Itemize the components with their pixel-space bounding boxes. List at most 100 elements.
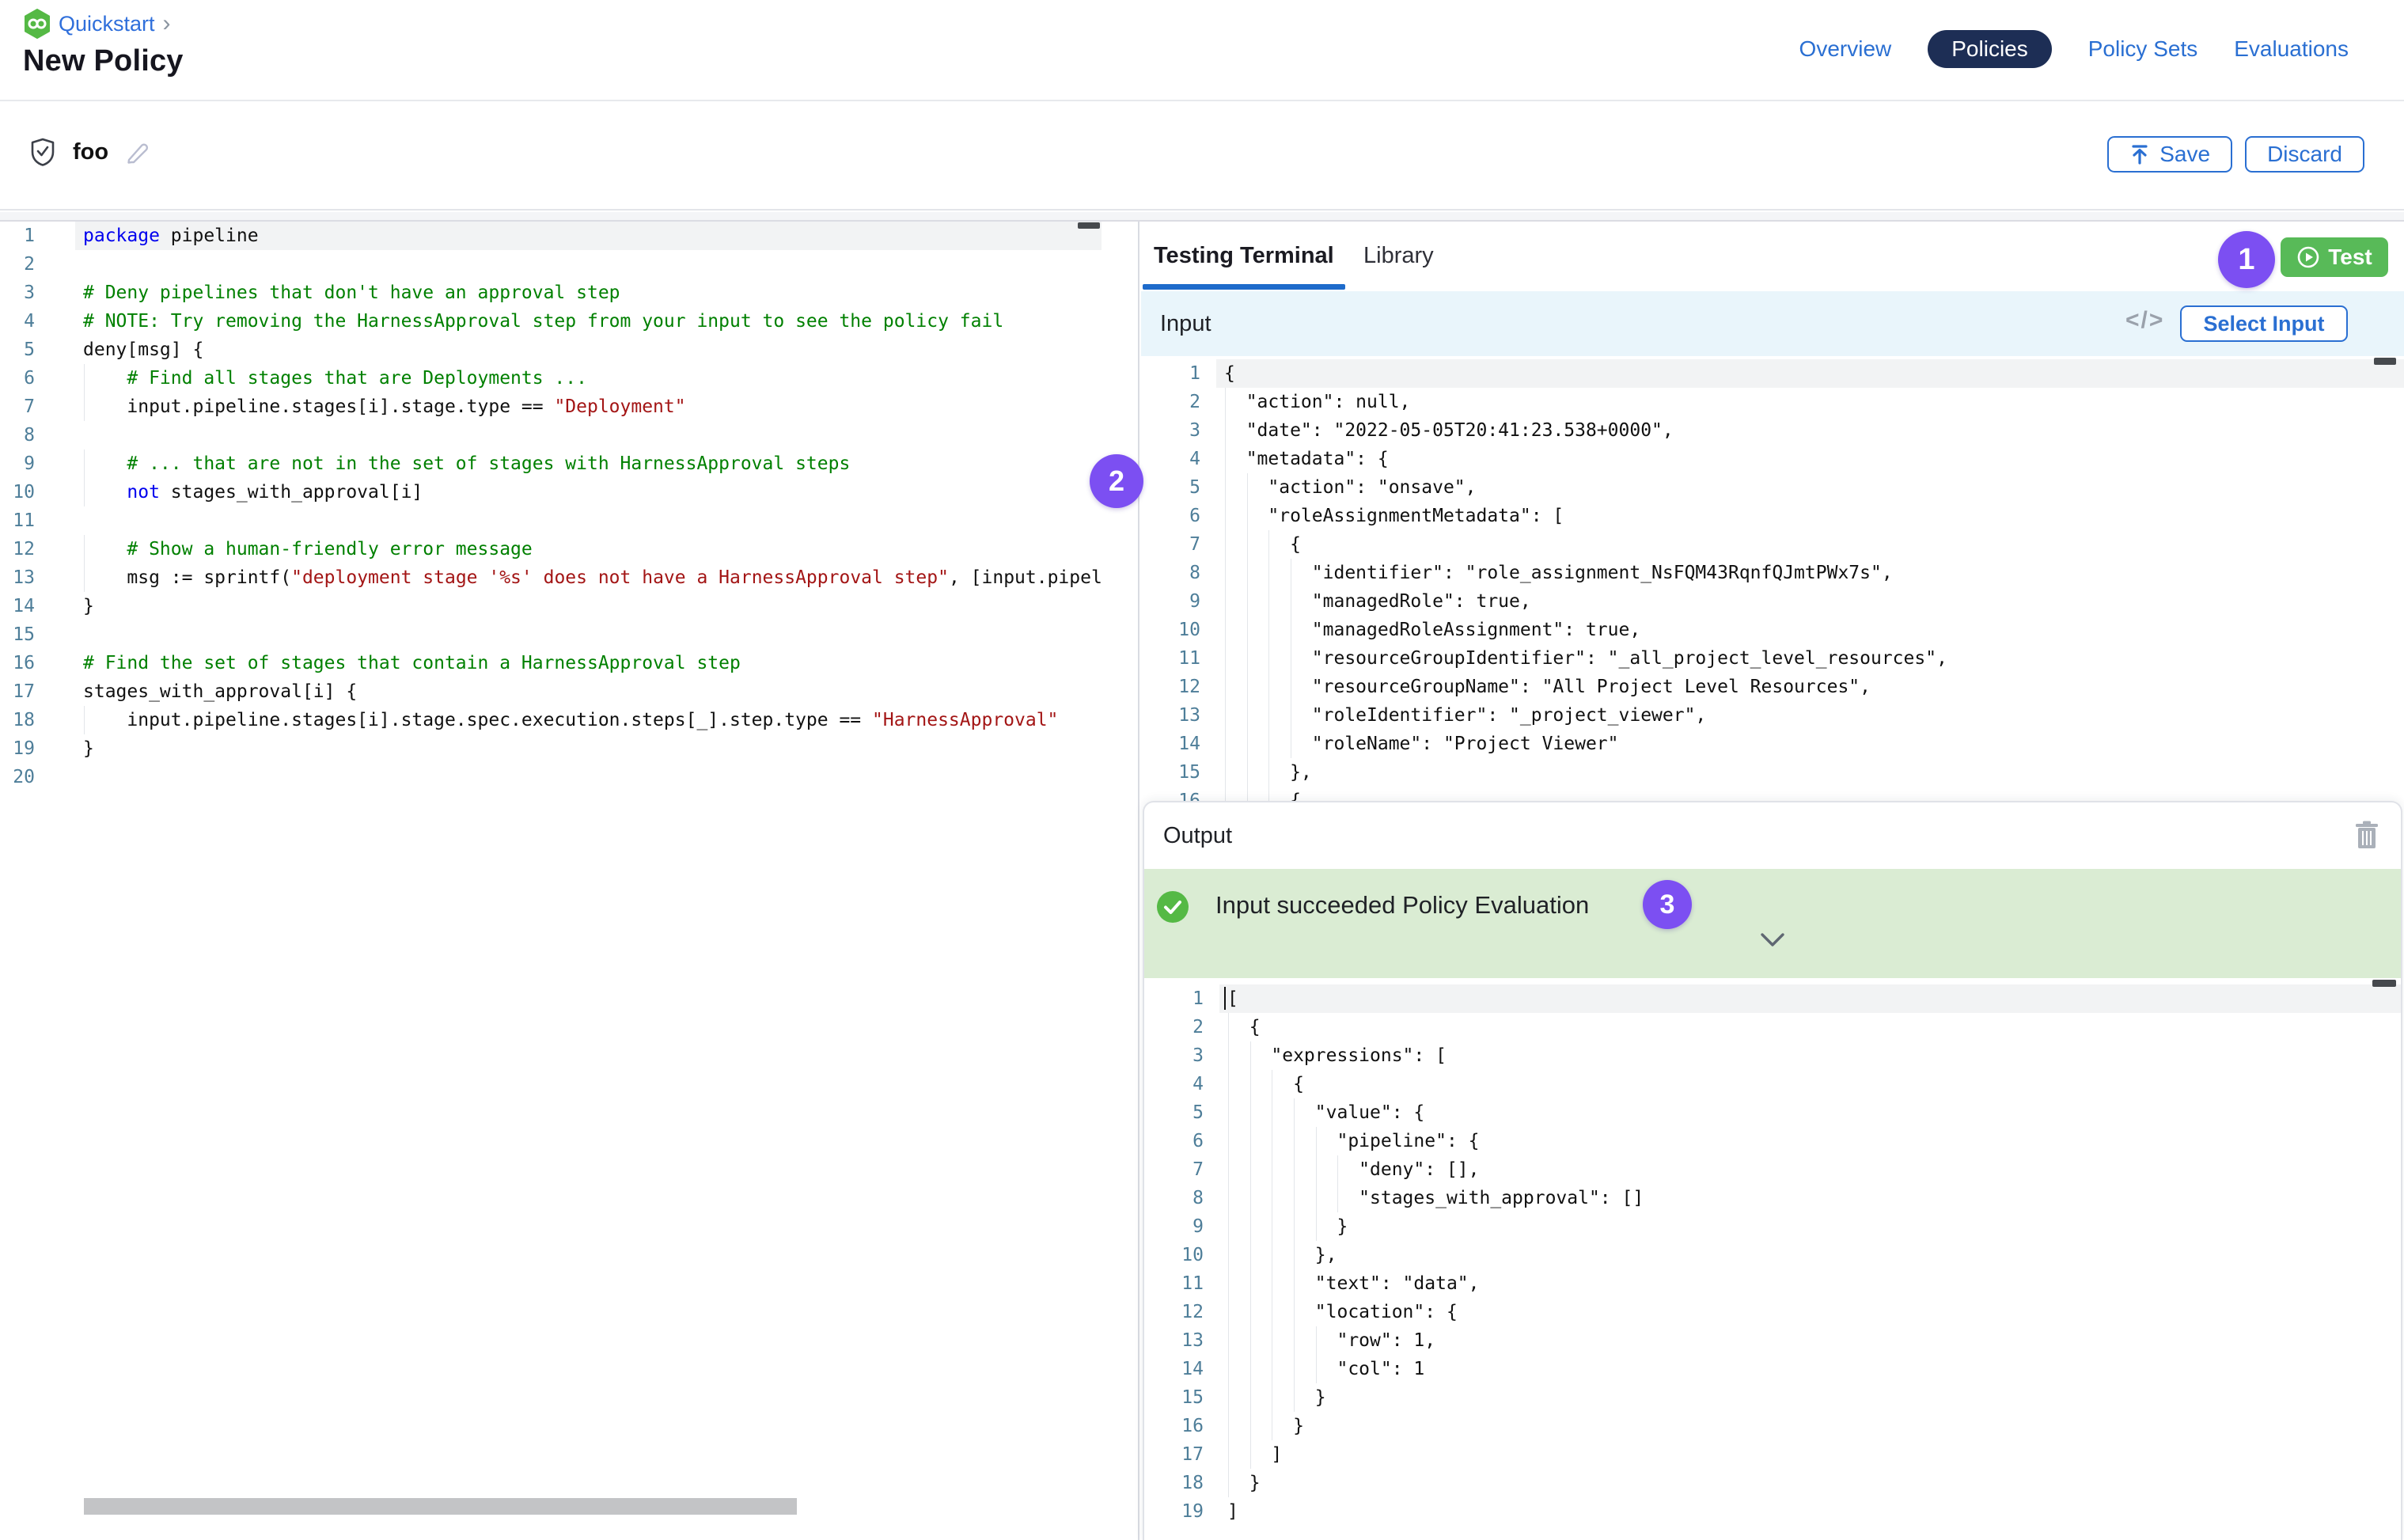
code-line: 15 }, bbox=[1141, 758, 2404, 787]
code-line: 7 input.pipeline.stages[i].stage.type ==… bbox=[0, 393, 1102, 421]
nav-tab-evaluations[interactable]: Evaluations bbox=[2234, 36, 2349, 62]
terminal-tabs: Testing Terminal Library Test bbox=[1141, 222, 2404, 291]
code-line: 19} bbox=[0, 734, 1102, 763]
code-line: 6 # Find all stages that are Deployments… bbox=[0, 364, 1102, 393]
workspace: 1package pipeline23# Deny pipelines that… bbox=[0, 220, 2404, 1540]
code-line: 3 "date": "2022-05-05T20:41:23.538+0000"… bbox=[1141, 416, 2404, 445]
active-tab-underline bbox=[1143, 284, 1345, 290]
code-line: 10 not stages_with_approval[i] bbox=[0, 478, 1102, 506]
code-line: 5 "value": { bbox=[1144, 1098, 2401, 1127]
code-line: 14 "col": 1 bbox=[1144, 1355, 2401, 1383]
code-line: 15 } bbox=[1144, 1383, 2401, 1412]
code-line: 4 "metadata": { bbox=[1141, 445, 2404, 473]
code-line: 16# Find the set of stages that contain … bbox=[0, 649, 1102, 677]
check-circle-icon bbox=[1155, 889, 1190, 924]
code-line: 9 "managedRole": true, bbox=[1141, 587, 2404, 616]
select-input-button[interactable]: Select Input bbox=[2180, 305, 2348, 342]
evaluation-success-banner: Input succeeded Policy Evaluation 3 bbox=[1144, 869, 2401, 978]
output-panel: Output bbox=[1143, 801, 2402, 1540]
code-line: 8 bbox=[0, 421, 1102, 449]
save-button[interactable]: Save bbox=[2107, 136, 2232, 173]
breadcrumb-chevron-icon: › bbox=[163, 12, 171, 36]
banner-message: Input succeeded Policy Evaluation bbox=[1215, 888, 1589, 923]
nav-tab-policies[interactable]: Policies bbox=[1928, 30, 2051, 68]
vertical-scrollbar-thumb[interactable] bbox=[1078, 222, 1100, 229]
code-line: 11 bbox=[0, 506, 1102, 535]
code-line: 17 ] bbox=[1144, 1440, 2401, 1469]
code-braces-icon[interactable]: </> bbox=[2125, 307, 2164, 334]
code-line: 12 "location": { bbox=[1144, 1298, 2401, 1326]
code-line: 18 input.pipeline.stages[i].stage.spec.e… bbox=[0, 706, 1102, 734]
code-line: 1[ bbox=[1144, 984, 2401, 1013]
code-line: 5deny[msg] { bbox=[0, 336, 1102, 364]
code-line: 1{ bbox=[1141, 359, 2404, 388]
section-gap bbox=[0, 212, 2404, 220]
breadcrumb-link-project[interactable]: Quickstart bbox=[59, 12, 155, 36]
text-cursor bbox=[1224, 987, 1226, 1010]
code-line: 15 bbox=[0, 620, 1102, 649]
code-line: 1package pipeline bbox=[0, 222, 1102, 250]
nav-tab-policy-sets[interactable]: Policy Sets bbox=[2088, 36, 2198, 62]
trash-icon[interactable] bbox=[2353, 820, 2380, 852]
code-line: 5 "action": "onsave", bbox=[1141, 473, 2404, 502]
harness-logo-icon bbox=[24, 9, 51, 39]
play-circle-icon bbox=[2296, 245, 2320, 269]
shield-check-icon bbox=[30, 138, 55, 166]
tab-testing-terminal[interactable]: Testing Terminal bbox=[1154, 222, 1334, 285]
testing-terminal-pane: Testing Terminal Library Test Input </> bbox=[1141, 222, 2404, 1540]
code-line: 11 "text": "data", bbox=[1144, 1269, 2401, 1298]
edit-pencil-icon[interactable] bbox=[126, 139, 150, 165]
page-header: Quickstart › New Policy Overview Policie… bbox=[0, 0, 2404, 101]
code-line: 4# NOTE: Try removing the HarnessApprova… bbox=[0, 307, 1102, 336]
code-line: 3# Deny pipelines that don't have an app… bbox=[0, 279, 1102, 307]
policy-code-editor[interactable]: 1package pipeline23# Deny pipelines that… bbox=[0, 222, 1102, 795]
code-line: 4 { bbox=[1144, 1070, 2401, 1098]
top-nav: Overview Policies Policy Sets Evaluation… bbox=[1799, 30, 2349, 68]
code-line: 20 bbox=[0, 763, 1102, 791]
output-section-header: Output bbox=[1144, 802, 2401, 869]
code-line: 12 "resourceGroupName": "All Project Lev… bbox=[1141, 673, 2404, 701]
vertical-scrollbar-thumb[interactable] bbox=[2372, 980, 2396, 987]
code-line: 6 "roleAssignmentMetadata": [ bbox=[1141, 502, 2404, 530]
tab-library[interactable]: Library bbox=[1363, 222, 1434, 285]
tutorial-badge-1: 1 bbox=[2218, 231, 2275, 288]
horizontal-scrollbar[interactable] bbox=[84, 1498, 797, 1515]
nav-tab-overview[interactable]: Overview bbox=[1799, 36, 1892, 62]
code-line: 11 "resourceGroupIdentifier": "_all_proj… bbox=[1141, 644, 2404, 673]
code-line: 19] bbox=[1144, 1497, 2401, 1526]
tutorial-badge-3: 3 bbox=[1643, 880, 1692, 929]
policy-name-label: foo bbox=[73, 139, 108, 165]
code-line: 16 } bbox=[1144, 1412, 2401, 1440]
code-line: 2 "action": null, bbox=[1141, 388, 2404, 416]
test-button-label: Test bbox=[2328, 245, 2372, 270]
discard-button-label: Discard bbox=[2267, 142, 2342, 167]
code-line: 2 { bbox=[1144, 1013, 2401, 1041]
code-line: 18 } bbox=[1144, 1469, 2401, 1497]
vertical-scrollbar-thumb[interactable] bbox=[2374, 358, 2396, 365]
upload-icon bbox=[2129, 143, 2150, 165]
policy-editor-page: Quickstart › New Policy Overview Policie… bbox=[0, 0, 2404, 1540]
code-line: 8 "stages_with_approval": [] bbox=[1144, 1184, 2401, 1212]
code-line: 9 # ... that are not in the set of stage… bbox=[0, 449, 1102, 478]
code-line: 14 "roleName": "Project Viewer" bbox=[1141, 730, 2404, 758]
test-button[interactable]: Test bbox=[2281, 237, 2388, 277]
code-line: 13 msg := sprintf("deployment stage '%s'… bbox=[0, 563, 1102, 592]
code-line: 8 "identifier": "role_assignment_NsFQM43… bbox=[1141, 559, 2404, 587]
code-line: 14} bbox=[0, 592, 1102, 620]
chevron-down-icon[interactable] bbox=[1759, 932, 1786, 948]
policy-toolbar: foo Save Discard bbox=[0, 101, 2404, 211]
code-line: 10 }, bbox=[1144, 1241, 2401, 1269]
code-line: 2 bbox=[0, 250, 1102, 279]
code-line: 9 } bbox=[1144, 1212, 2401, 1241]
tutorial-badge-2: 2 bbox=[1090, 454, 1143, 508]
code-line: 3 "expressions": [ bbox=[1144, 1041, 2401, 1070]
input-section-header: Input </> Select Input bbox=[1141, 291, 2404, 356]
code-line: 12 # Show a human-friendly error message bbox=[0, 535, 1102, 563]
breadcrumb: Quickstart › bbox=[24, 9, 171, 38]
discard-button[interactable]: Discard bbox=[2245, 136, 2364, 173]
output-json-editor[interactable]: 1[2 {3 "expressions": [4 {5 "value": {6 … bbox=[1144, 978, 2401, 1540]
code-line: 7 "deny": [], bbox=[1144, 1155, 2401, 1184]
output-section-label: Output bbox=[1163, 802, 1232, 869]
save-button-label: Save bbox=[2159, 142, 2210, 167]
input-json-editor[interactable]: 1{2 "action": null,3 "date": "2022-05-05… bbox=[1141, 356, 2404, 825]
